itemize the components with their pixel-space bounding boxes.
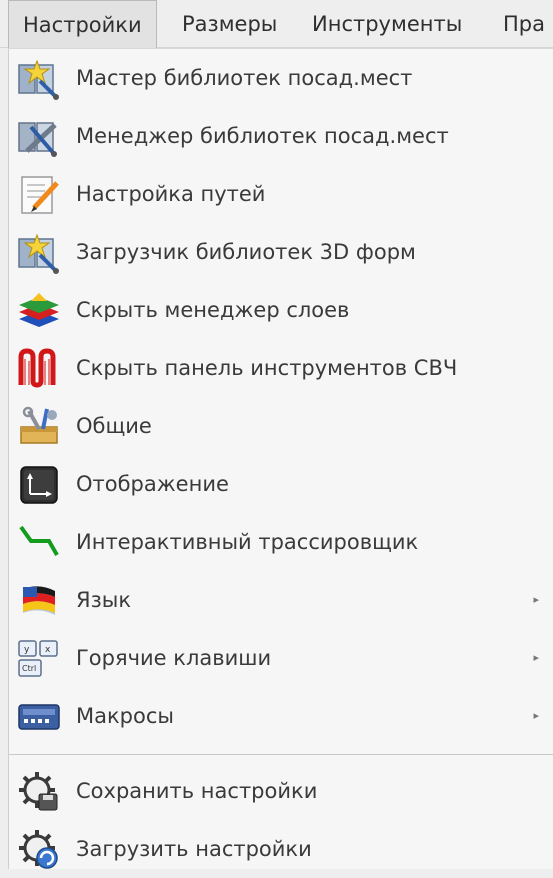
- menu-item-label: Общие: [76, 414, 152, 438]
- menu-item-label: Сохранить настройки: [76, 779, 318, 803]
- menu-item-interactive-router[interactable]: Интерактивный трассировщик: [9, 513, 553, 571]
- menu-item-macros[interactable]: Макросы ▸: [9, 687, 553, 745]
- menu-item-paths-config[interactable]: Настройка путей: [9, 165, 553, 223]
- load-settings-icon: [17, 828, 61, 872]
- menu-item-layers-manager[interactable]: Скрыть менеджер слоев: [9, 281, 553, 339]
- svg-text:y: y: [24, 645, 30, 655]
- layers-manager-icon: [17, 289, 61, 333]
- menu-edit-partial[interactable]: Пра: [503, 0, 545, 48]
- macros-icon: [17, 695, 61, 739]
- menu-item-3d-library-loader[interactable]: Загрузчик библиотек 3D форм: [9, 223, 553, 281]
- menu-separator: [9, 754, 553, 755]
- language-flag-icon: [17, 579, 61, 623]
- 3d-library-loader-icon: [17, 231, 61, 275]
- hotkeys-icon: y x Ctrl: [17, 637, 61, 681]
- menu-item-label: Менеджер библиотек посад.мест: [76, 124, 449, 148]
- menu-item-general[interactable]: Общие: [9, 397, 553, 455]
- menu-item-label: Скрыть менеджер слоев: [76, 298, 350, 322]
- menu-item-label: Интерактивный трассировщик: [76, 530, 419, 554]
- svg-text:Ctrl: Ctrl: [22, 664, 36, 673]
- submenu-arrow-icon: ▸: [533, 651, 539, 664]
- settings-dropdown-menu: Мастер библиотек посад.мест Менеджер биб…: [8, 48, 553, 869]
- menu-item-label: Мастер библиотек посад.мест: [76, 66, 413, 90]
- svg-text:x: x: [45, 645, 51, 655]
- display-settings-icon: [17, 463, 61, 507]
- menu-tools[interactable]: Инструменты: [312, 0, 462, 48]
- menu-item-microwave-toolbar[interactable]: Скрыть панель инструментов СВЧ: [9, 339, 553, 397]
- microwave-toolbar-icon: [17, 347, 61, 391]
- menu-item-library-manager[interactable]: Менеджер библиотек посад.мест: [9, 107, 553, 165]
- menu-item-save-settings[interactable]: Сохранить настройки: [9, 762, 553, 820]
- submenu-arrow-icon: ▸: [533, 593, 539, 606]
- library-manager-icon: [17, 115, 61, 159]
- menu-dimensions[interactable]: Размеры: [182, 0, 277, 48]
- menu-item-label: Загрузчик библиотек 3D форм: [76, 240, 416, 264]
- menu-item-language[interactable]: Язык ▸: [9, 571, 553, 629]
- library-wizard-icon: [17, 57, 61, 101]
- menu-settings[interactable]: Настройки: [8, 0, 157, 48]
- menu-item-label: Макросы: [76, 704, 174, 728]
- submenu-arrow-icon: ▸: [533, 709, 539, 722]
- menu-item-display[interactable]: Отображение: [9, 455, 553, 513]
- menu-item-label: Скрыть панель инструментов СВЧ: [76, 356, 458, 380]
- general-settings-icon: [17, 405, 61, 449]
- menu-item-hotkeys[interactable]: y x Ctrl Горячие клавиши ▸: [9, 629, 553, 687]
- menu-item-label: Настройка путей: [76, 182, 266, 206]
- menu-item-library-wizard[interactable]: Мастер библиотек посад.мест: [9, 49, 553, 107]
- menu-item-load-settings[interactable]: Загрузить настройки: [9, 820, 553, 878]
- save-settings-icon: [17, 770, 61, 814]
- interactive-router-icon: [17, 521, 61, 565]
- menu-item-label: Загрузить настройки: [76, 837, 312, 861]
- menu-item-label: Горячие клавиши: [76, 646, 272, 670]
- menu-item-label: Язык: [76, 588, 132, 612]
- menu-bar: Настройки Размеры Инструменты Пра: [0, 0, 553, 48]
- menu-item-label: Отображение: [76, 472, 229, 496]
- paths-config-icon: [17, 173, 61, 217]
